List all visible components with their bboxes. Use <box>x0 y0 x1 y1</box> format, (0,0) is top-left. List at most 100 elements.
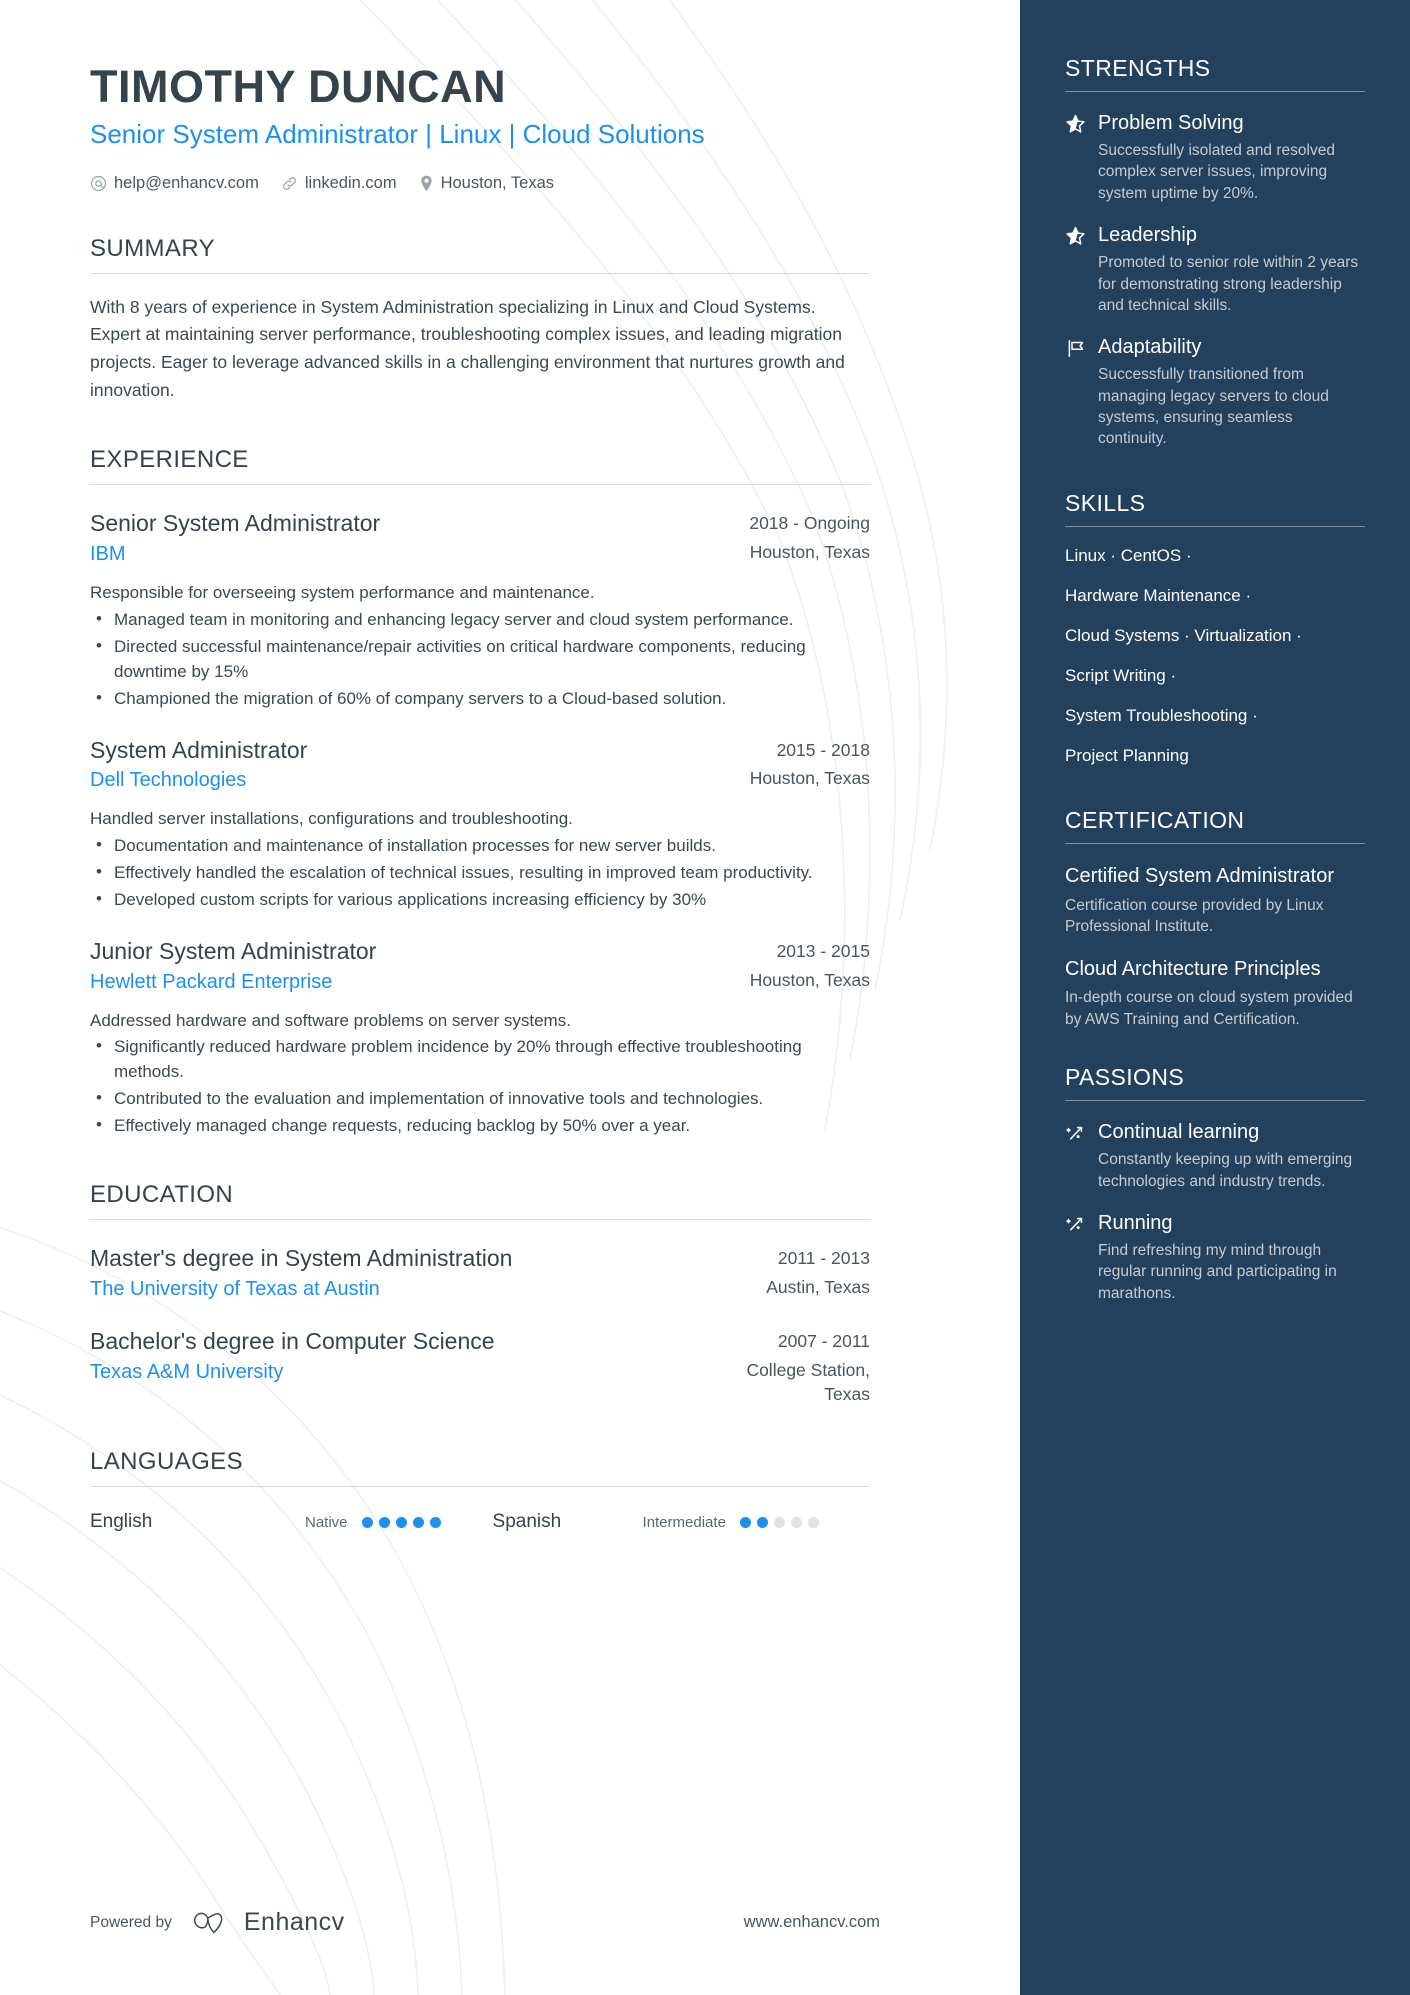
skill-line: Cloud Systems · Virtualization · <box>1065 625 1302 645</box>
experience-divider <box>90 484 870 486</box>
language-item: Spanish Intermediate <box>493 1511 819 1533</box>
skill-line: Script Writing · <box>1065 666 1177 686</box>
experience-bullet: Managed team in monitoring and enhancing… <box>90 607 870 633</box>
strength-title: Adaptability <box>1098 336 1202 359</box>
experience-description: Handled server installations, configurat… <box>90 809 573 829</box>
languages-title: LANGUAGES <box>90 1448 243 1476</box>
skill-line: System Troubleshooting · <box>1065 706 1258 726</box>
education-dates: 2011 - 2013 <box>777 1248 870 1269</box>
certification-item-title: Certified System Administrator <box>1065 865 1334 888</box>
strength-item: Adaptability Successfully transitioned f… <box>1065 335 1365 450</box>
experience-bullet: Developed custom scripts for various app… <box>90 887 870 913</box>
contact-location-text: Houston, Texas <box>440 173 555 192</box>
certification-item-description: Certification course provided by Linux P… <box>1065 896 1324 935</box>
skill-line: Project Planning <box>1065 746 1189 766</box>
languages-row: English Native Spanish Intermediate <box>90 1511 870 1533</box>
strength-title: Leadership <box>1098 224 1197 247</box>
experience-entry: Junior System Administrator 2013 - 2015 … <box>90 937 870 1139</box>
star-icon <box>1065 223 1087 316</box>
languages-divider <box>90 1486 870 1488</box>
rating-dot <box>378 1516 390 1528</box>
experience-location: Houston, Texas <box>749 542 870 563</box>
experience-bullet: Directed successful maintenance/repair a… <box>90 634 870 685</box>
education-section: EDUCATION Master's degree in System Admi… <box>90 1181 870 1406</box>
page-title: TIMOTHY DUNCAN <box>90 61 507 112</box>
powered-by-group: Powered by Enhancv <box>90 1908 345 1937</box>
contact-linkedin[interactable]: linkedin.com <box>281 174 397 193</box>
certification-item-title: Cloud Architecture Principles <box>1065 958 1321 981</box>
experience-organization[interactable]: IBM <box>90 541 730 568</box>
skills-section: SKILLS Linux · CentOS · Hardware Mainten… <box>1065 490 1365 768</box>
footer-website[interactable]: www.enhancv.com <box>744 1913 880 1932</box>
skills-divider <box>1065 525 1365 527</box>
strength-item: Problem Solving Successfully isolated an… <box>1065 111 1365 204</box>
experience-bullets: Managed team in monitoring and enhancing… <box>90 607 870 712</box>
passion-description: Find refreshing my mind through regular … <box>1098 1241 1337 1302</box>
passion-title: Running <box>1098 1211 1173 1234</box>
experience-title: EXPERIENCE <box>90 446 249 474</box>
strengths-divider <box>1065 91 1365 92</box>
rating-dot <box>429 1516 441 1528</box>
contact-email[interactable]: help@enhancv.com <box>90 174 259 193</box>
contact-linkedin-text: linkedin.com <box>304 173 397 192</box>
sparkle-icon <box>1065 1120 1087 1192</box>
language-level: Native <box>305 1513 348 1531</box>
experience-dates: 2018 - Ongoing <box>749 513 870 534</box>
experience-bullet: Contributed to the evaluation and implem… <box>90 1086 870 1112</box>
strength-item: Leadership Promoted to senior role withi… <box>1065 223 1365 316</box>
experience-organization[interactable]: Hewlett Packard Enterprise <box>90 969 730 996</box>
language-rating-dots <box>361 1516 441 1528</box>
rating-dot <box>790 1516 802 1528</box>
education-school[interactable]: Texas A&M University <box>90 1359 690 1386</box>
rating-dot <box>739 1516 751 1528</box>
experience-bullet: Significantly reduced hardware problem i… <box>90 1034 870 1085</box>
education-divider <box>90 1219 870 1221</box>
education-entry: Master's degree in System Administration… <box>90 1244 870 1303</box>
strength-description: Successfully isolated and resolved compl… <box>1098 142 1335 202</box>
sparkle-icon <box>1065 1211 1087 1304</box>
experience-role: Junior System Administrator <box>90 937 377 964</box>
summary-text: With 8 years of experience in System Adm… <box>90 296 845 400</box>
page-footer: Powered by Enhancv www.enhancv.com <box>90 1908 880 1937</box>
contact-location: Houston, Texas <box>419 174 554 193</box>
summary-section: SUMMARY With 8 years of experience in Sy… <box>90 235 870 405</box>
strength-description: Promoted to senior role within 2 years f… <box>1098 254 1359 314</box>
education-entry: Bachelor's degree in Computer Science 20… <box>90 1327 870 1406</box>
summary-divider <box>90 272 870 274</box>
education-dates: 2007 - 2011 <box>777 1331 870 1352</box>
resume-page: TIMOTHY DUNCAN Senior System Administrat… <box>0 0 1410 1995</box>
flag-icon <box>1065 335 1087 450</box>
skills-title: SKILLS <box>1065 489 1146 516</box>
skill-line: Hardware Maintenance · <box>1065 585 1252 605</box>
passion-title: Continual learning <box>1098 1121 1260 1144</box>
rating-dot <box>773 1516 785 1528</box>
link-icon <box>282 176 296 190</box>
strength-title: Problem Solving <box>1098 112 1244 134</box>
star-icon <box>1065 111 1087 204</box>
passion-item: Running Find refreshing my mind through … <box>1065 1211 1365 1304</box>
experience-bullets: Documentation and maintenance of install… <box>90 833 870 913</box>
education-school[interactable]: The University of Texas at Austin <box>90 1276 746 1303</box>
experience-dates: 2013 - 2015 <box>776 940 870 961</box>
experience-location: Houston, Texas <box>749 969 870 990</box>
experience-bullets: Significantly reduced hardware problem i… <box>90 1034 870 1139</box>
experience-bullet: Documentation and maintenance of install… <box>90 833 870 859</box>
skill-line: Linux · CentOS · <box>1065 545 1192 565</box>
language-rating-dots <box>739 1516 819 1528</box>
language-name: English <box>90 1511 153 1533</box>
strengths-section: STRENGTHS Problem Solving Successfully i… <box>1065 55 1365 450</box>
passions-title: PASSIONS <box>1065 1064 1185 1091</box>
location-pin-icon <box>420 175 432 191</box>
experience-bullet: Effectively managed change requests, red… <box>90 1113 870 1139</box>
experience-organization[interactable]: Dell Technologies <box>90 767 730 794</box>
experience-dates: 2015 - 2018 <box>776 739 870 760</box>
contact-row: help@enhancv.com linkedin.com Houston, T… <box>90 174 870 193</box>
experience-entry: System Administrator 2015 - 2018 Dell Te… <box>90 736 870 913</box>
experience-entry: Senior System Administrator 2018 - Ongoi… <box>90 509 870 711</box>
certification-section: CERTIFICATION Certified System Administr… <box>1065 807 1365 1030</box>
education-degree: Master's degree in System Administration <box>90 1245 513 1272</box>
rating-dot <box>412 1516 424 1528</box>
at-icon <box>90 175 107 191</box>
